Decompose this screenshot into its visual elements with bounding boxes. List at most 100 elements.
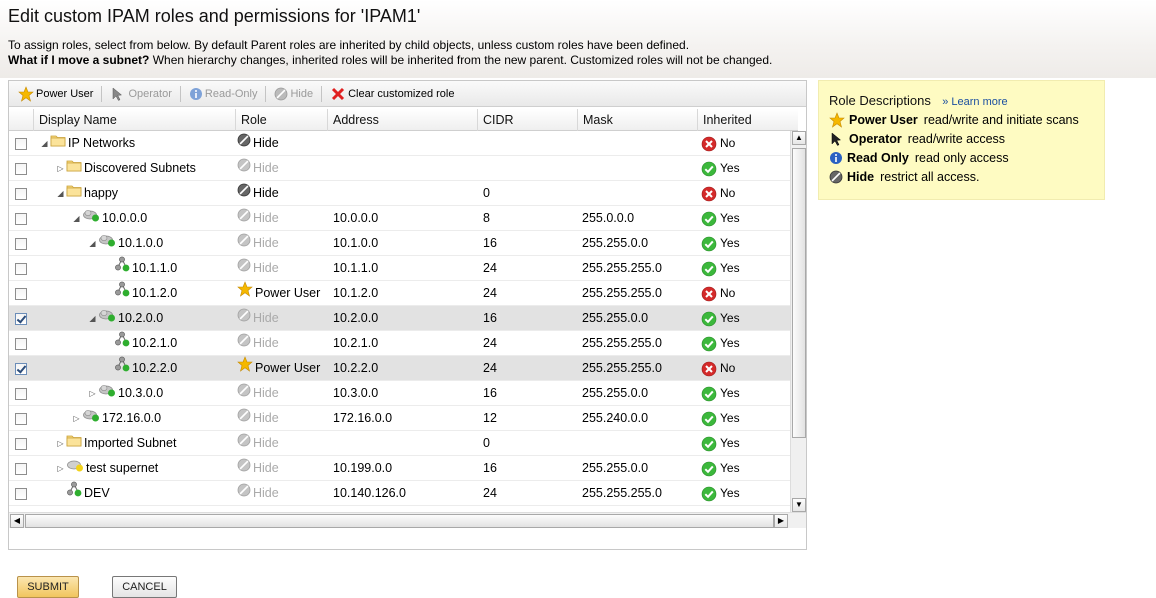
expand-toggle-icon[interactable]: ▷: [56, 156, 65, 181]
expand-toggle-icon[interactable]: ▷: [56, 431, 65, 456]
vertical-scrollbar[interactable]: ▲ ▼: [790, 131, 806, 512]
node-name[interactable]: 172.16.0.0: [102, 411, 161, 425]
role-cell[interactable]: Hide: [237, 456, 279, 481]
header-display-name[interactable]: Display Name: [33, 109, 235, 131]
table-row[interactable]: ◢ 10.0.0.0 Hide 10.0.0.0 8 255.0.0.0 Yes: [9, 206, 790, 231]
collapse-toggle-icon[interactable]: ◢: [88, 306, 97, 331]
table-row[interactable]: DEV Hide 10.140.126.0 24 255.255.255.0 Yes: [9, 481, 790, 506]
header-mask[interactable]: Mask: [577, 109, 697, 131]
expand-toggle-icon[interactable]: ▷: [72, 406, 81, 431]
role-cell[interactable]: Power User: [237, 281, 320, 306]
row-checkbox[interactable]: [15, 188, 27, 200]
role-cell[interactable]: Hide: [237, 306, 279, 331]
row-checkbox[interactable]: [15, 313, 27, 325]
node-name[interactable]: IP Networks: [68, 136, 135, 150]
node-name[interactable]: 10.2.1.0: [132, 336, 177, 350]
clear-customized-role-button[interactable]: Clear customized role: [325, 83, 459, 105]
node-name[interactable]: Discovered Subnets: [84, 161, 196, 175]
hide-button[interactable]: Hide: [269, 83, 318, 105]
operator-button[interactable]: Operator: [105, 83, 176, 105]
read-only-button[interactable]: Read-Only: [184, 83, 263, 105]
display-name-cell: ▷ Discovered Subnets: [56, 156, 196, 181]
node-name[interactable]: 10.1.0.0: [118, 236, 163, 250]
table-row[interactable]: 10.2.2.0 Power User 10.2.2.0 24 255.255.255.…: [9, 356, 790, 381]
role-cell[interactable]: Hide: [237, 181, 279, 206]
row-checkbox[interactable]: [15, 238, 27, 250]
row-checkbox[interactable]: [15, 263, 27, 275]
address-cell: 10.2.0.0: [333, 311, 379, 325]
table-row[interactable]: 10.1.2.0 Power User 10.1.2.0 24 255.255.255.…: [9, 281, 790, 306]
expand-toggle-icon[interactable]: ▷: [88, 381, 97, 406]
role-cell[interactable]: Hide: [237, 156, 279, 181]
toolbar-divider: [321, 85, 323, 102]
node-name[interactable]: 10.0.0.0: [102, 211, 147, 225]
row-checkbox[interactable]: [15, 488, 27, 500]
header-address[interactable]: Address: [327, 109, 477, 131]
scroll-left-arrow-icon[interactable]: ◀: [10, 514, 24, 528]
table-row[interactable]: ▷ test supernet Hide 10.199.0.0 16 255.255.0.…: [9, 456, 790, 481]
row-checkbox[interactable]: [15, 388, 27, 400]
row-checkbox[interactable]: [15, 413, 27, 425]
collapse-toggle-icon[interactable]: ◢: [56, 181, 65, 206]
table-row[interactable]: ◢ 10.2.0.0 Hide 10.2.0.0 16 255.255.0.0 Yes: [9, 306, 790, 331]
row-checkbox[interactable]: [15, 213, 27, 225]
table-row[interactable]: ◢ 10.1.0.0 Hide 10.1.0.0 16 255.255.0.0 Yes: [9, 231, 790, 256]
header-cidr[interactable]: CIDR: [477, 109, 577, 131]
role-cell[interactable]: Hide: [237, 256, 279, 281]
scroll-right-arrow-icon[interactable]: ▶: [774, 514, 788, 528]
row-checkbox[interactable]: [15, 338, 27, 350]
table-row[interactable]: ◢ IP Networks Hide No: [9, 131, 790, 156]
row-checkbox[interactable]: [15, 463, 27, 475]
header-inherited[interactable]: Inherited: [697, 109, 798, 131]
table-row[interactable]: ▷ Discovered Subnets Hide Yes: [9, 156, 790, 181]
node-name[interactable]: 10.2.0.0: [118, 311, 163, 325]
table-row[interactable]: 10.1.1.0 Hide 10.1.1.0 24 255.255.255.0 Yes: [9, 256, 790, 281]
table-row[interactable]: ◢ happy Hide 0 No: [9, 181, 790, 206]
role-cell[interactable]: Hide: [237, 406, 279, 431]
row-checkbox[interactable]: [15, 138, 27, 150]
node-name[interactable]: DEV: [84, 486, 110, 500]
role-cell[interactable]: Hide: [237, 131, 279, 156]
node-name[interactable]: 10.2.2.0: [132, 361, 177, 375]
read-only-label: Read-Only: [204, 87, 258, 100]
horizontal-scrollbar[interactable]: ◀ ▶: [9, 512, 806, 528]
header-role[interactable]: Role: [235, 109, 327, 131]
hscroll-thumb[interactable]: [25, 514, 774, 528]
learn-more-link[interactable]: » Learn more: [942, 96, 1007, 108]
role-cell[interactable]: Hide: [237, 206, 279, 231]
scroll-up-arrow-icon[interactable]: ▲: [792, 131, 806, 145]
node-name[interactable]: 10.1.1.0: [132, 261, 177, 275]
power-user-button[interactable]: Power User: [13, 83, 98, 105]
collapse-toggle-icon[interactable]: ◢: [40, 131, 49, 156]
row-checkbox[interactable]: [15, 163, 27, 175]
table-row[interactable]: ▷ 172.16.0.0 Hide 172.16.0.0 12 255.240.0.0 Ye…: [9, 406, 790, 431]
node-name[interactable]: 10.1.2.0: [132, 286, 177, 300]
row-checkbox[interactable]: [15, 363, 27, 375]
role-cell[interactable]: Hide: [237, 331, 279, 356]
table-row[interactable]: ▷ Imported Subnet Hide 0 Yes: [9, 431, 790, 456]
cancel-button[interactable]: CANCEL: [112, 576, 177, 598]
inherited-value: Yes: [720, 461, 740, 475]
table-row[interactable]: ▷ 10.3.0.0 Hide 10.3.0.0 16 255.255.0.0 Yes: [9, 381, 790, 406]
table-row[interactable]: 10.2.1.0 Hide 10.2.1.0 24 255.255.255.0 Yes: [9, 331, 790, 356]
scroll-down-arrow-icon[interactable]: ▼: [792, 498, 806, 512]
role-cell[interactable]: Power User: [237, 356, 320, 381]
role-cell[interactable]: Hide: [237, 381, 279, 406]
expand-toggle-icon[interactable]: ▷: [56, 456, 65, 481]
collapse-toggle-icon[interactable]: ◢: [72, 206, 81, 231]
node-name[interactable]: test supernet: [86, 461, 158, 475]
node-name[interactable]: 10.3.0.0: [118, 386, 163, 400]
role-cell[interactable]: Hide: [237, 431, 279, 456]
role-label: Hide: [253, 261, 279, 276]
submit-button[interactable]: SUBMIT: [17, 576, 79, 598]
role-cell[interactable]: Hide: [237, 481, 279, 506]
scroll-thumb[interactable]: [792, 148, 806, 438]
node-name[interactable]: happy: [84, 186, 118, 200]
row-checkbox[interactable]: [15, 288, 27, 300]
inherited-value: Yes: [720, 261, 740, 275]
node-name[interactable]: Imported Subnet: [84, 436, 176, 450]
row-checkbox[interactable]: [15, 438, 27, 450]
desc-power-user: Power User read/write and initiate scans: [829, 111, 1104, 128]
role-cell[interactable]: Hide: [237, 231, 279, 256]
collapse-toggle-icon[interactable]: ◢: [88, 231, 97, 256]
